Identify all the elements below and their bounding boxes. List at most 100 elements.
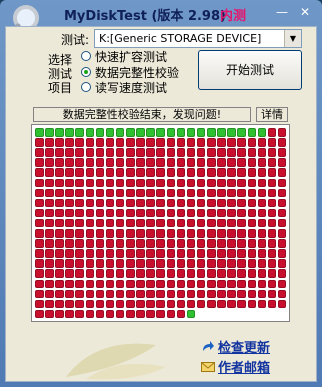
block-cell — [156, 229, 165, 238]
block-cell — [136, 269, 145, 278]
start-test-button[interactable]: 开始测试 — [198, 50, 302, 90]
block-cell — [95, 259, 105, 268]
block-cell — [75, 178, 84, 188]
block-cell — [115, 218, 125, 228]
details-button[interactable]: 详情 — [256, 107, 288, 122]
block-cell — [267, 279, 277, 289]
block-cell — [45, 239, 54, 248]
option-rw-speed-label[interactable]: 读写速度测试 — [95, 79, 167, 96]
block-cell — [105, 208, 115, 218]
chevron-down-icon[interactable]: ▼ — [284, 30, 301, 47]
block-cell — [257, 249, 267, 258]
block-cell — [277, 128, 287, 137]
block-cell — [115, 289, 125, 299]
block-cell — [146, 148, 155, 157]
block-cell — [186, 208, 196, 218]
block-cell — [115, 208, 125, 218]
block-cell — [65, 249, 74, 258]
block-cell — [136, 148, 145, 157]
block-cell — [146, 128, 155, 137]
block-cell — [126, 249, 135, 258]
block-cell — [227, 249, 236, 258]
block-cell — [146, 299, 155, 309]
block-cell — [247, 218, 257, 228]
block-cell — [227, 218, 236, 228]
block-cell — [75, 198, 84, 208]
block-cell — [217, 218, 226, 228]
block-cell — [247, 128, 257, 137]
block-cell — [85, 198, 95, 208]
block-cell — [196, 229, 206, 238]
block-cell — [146, 269, 155, 278]
device-select[interactable]: K:[Generic STORAGE DEVICE] ▼ — [94, 29, 302, 48]
block-cell — [186, 269, 196, 278]
block-cell — [105, 158, 115, 167]
block-cell — [196, 128, 206, 137]
block-cell — [217, 158, 226, 167]
block-cell — [257, 269, 267, 278]
option-quick-capacity-label[interactable]: 快速扩容测试 — [95, 48, 167, 65]
block-cell — [277, 249, 287, 258]
block-cell — [126, 138, 135, 147]
block-cell — [166, 279, 176, 289]
block-cell — [136, 138, 145, 147]
block-cell — [126, 259, 135, 268]
radio-quick-capacity[interactable] — [81, 51, 91, 61]
block-cell — [65, 168, 74, 177]
check-update-label[interactable]: 检查更新 — [218, 341, 270, 356]
block-cell — [65, 289, 74, 299]
block-cell — [186, 218, 196, 228]
block-cell — [217, 148, 226, 157]
block-cell — [105, 259, 115, 268]
block-cell — [156, 128, 165, 137]
block-cell — [85, 218, 95, 228]
title-bar[interactable]: MyDiskTest (版本 2.98) 内测 — ✕ — [0, 0, 322, 43]
block-cell — [95, 289, 105, 299]
author-mail-label[interactable]: 作者邮箱 — [218, 361, 270, 376]
window-title: MyDiskTest (版本 2.98) — [64, 9, 226, 24]
block-cell — [45, 309, 54, 319]
block-cell — [75, 218, 84, 228]
block-cell — [227, 279, 236, 289]
block-cell — [247, 289, 257, 299]
device-select-value: K:[Generic STORAGE DEVICE] — [99, 32, 262, 45]
radio-rw-speed[interactable] — [81, 82, 91, 92]
block-cell — [105, 178, 115, 188]
block-cell — [166, 178, 176, 188]
check-update-link[interactable]: 检查更新 — [201, 337, 270, 356]
block-cell — [237, 168, 246, 177]
block-cell — [227, 148, 236, 157]
block-cell — [247, 299, 257, 309]
block-cell — [196, 249, 206, 258]
block-cell — [55, 138, 64, 147]
block-cell — [136, 279, 145, 289]
block-cell — [75, 168, 84, 177]
block-cell — [115, 309, 125, 319]
block-cell — [115, 138, 125, 147]
block-cell — [65, 178, 74, 188]
block-cell — [45, 198, 54, 208]
block-cell — [176, 259, 186, 268]
block-cell — [257, 299, 267, 309]
author-mail-link[interactable]: 作者邮箱 — [201, 357, 270, 376]
block-cell — [217, 299, 226, 309]
block-cell — [136, 168, 145, 177]
block-cell — [95, 158, 105, 167]
block-cell — [35, 269, 44, 278]
block-cell — [267, 128, 277, 137]
block-cell — [35, 208, 44, 218]
block-cell — [217, 208, 226, 218]
close-button[interactable]: ✕ — [295, 4, 315, 20]
block-cell — [85, 299, 95, 309]
block-cell — [35, 158, 44, 167]
radio-data-integrity[interactable] — [81, 67, 91, 77]
block-cell — [207, 218, 216, 228]
minimize-button[interactable]: — — [272, 4, 292, 20]
block-cell — [217, 249, 226, 258]
block-cell — [257, 239, 267, 248]
block-cell — [95, 128, 105, 137]
block-cell — [267, 188, 277, 198]
block-cell — [95, 239, 105, 248]
block-cell — [166, 188, 176, 198]
block-cell — [257, 158, 267, 167]
